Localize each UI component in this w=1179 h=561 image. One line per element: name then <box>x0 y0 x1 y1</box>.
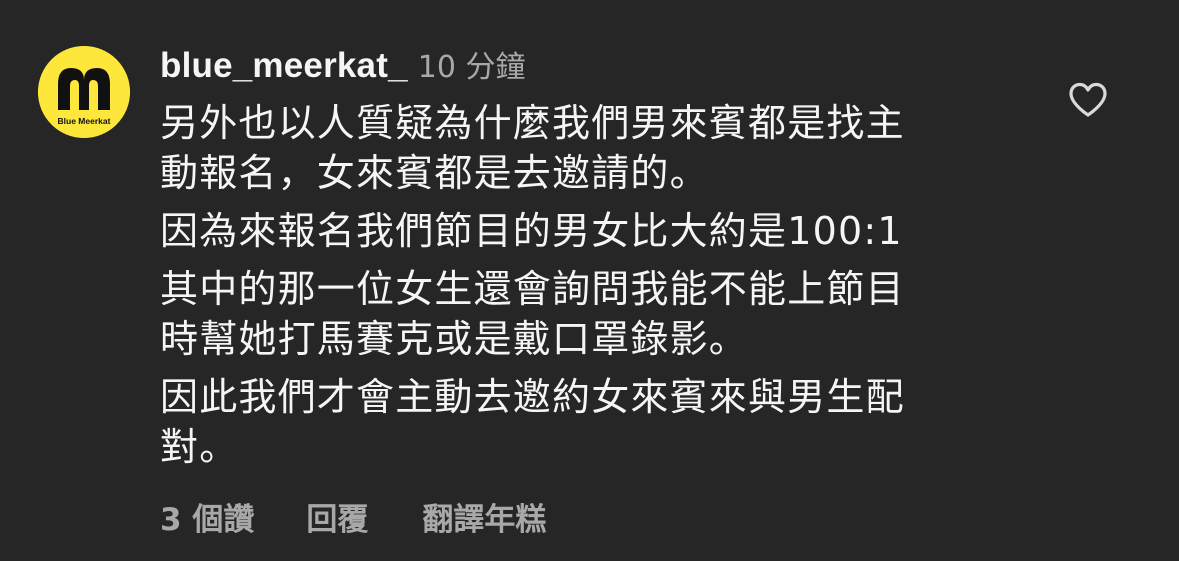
comment-line: 其中的那一位女生還會詢問我能不能上節目 <box>160 267 905 311</box>
timestamp: 10 分鐘 <box>417 50 526 85</box>
username[interactable]: blue_meerkat_ <box>160 46 408 86</box>
comment-line: 動報名，女來賓都是去邀請的。 <box>160 151 709 195</box>
avatar[interactable]: Blue Meerkat <box>38 46 130 138</box>
heart-icon <box>1069 82 1107 117</box>
comment-line: 因此我們才會主動去邀約女來賓來與男生配 <box>160 375 905 419</box>
blue-meerkat-logo: Blue Meerkat <box>38 46 130 138</box>
translate-button[interactable]: 翻譯年糕 <box>422 494 546 539</box>
comment-line: 對。 <box>160 425 239 469</box>
comment-text: 另外也以人質疑為什麼我們男來賓都是找主 動報名，女來賓都是去邀請的。 因為來報名… <box>160 98 990 472</box>
like-button[interactable] <box>1068 82 1108 118</box>
comment-actions: 3 個讚 回覆 翻譯年糕 <box>160 493 546 539</box>
reply-button[interactable]: 回覆 <box>306 494 368 539</box>
comment-line: 因為來報名我們節目的男女比大約是100:1 <box>160 209 903 253</box>
likes-count-link[interactable]: 3 個讚 <box>160 494 254 539</box>
svg-text:Blue Meerkat: Blue Meerkat <box>58 116 111 126</box>
comment-line: 另外也以人質疑為什麼我們男來賓都是找主 <box>160 101 905 145</box>
comment-line: 時幫她打馬賽克或是戴口罩錄影。 <box>160 317 749 361</box>
comment-header: blue_meerkat_ 10 分鐘 <box>160 42 525 86</box>
